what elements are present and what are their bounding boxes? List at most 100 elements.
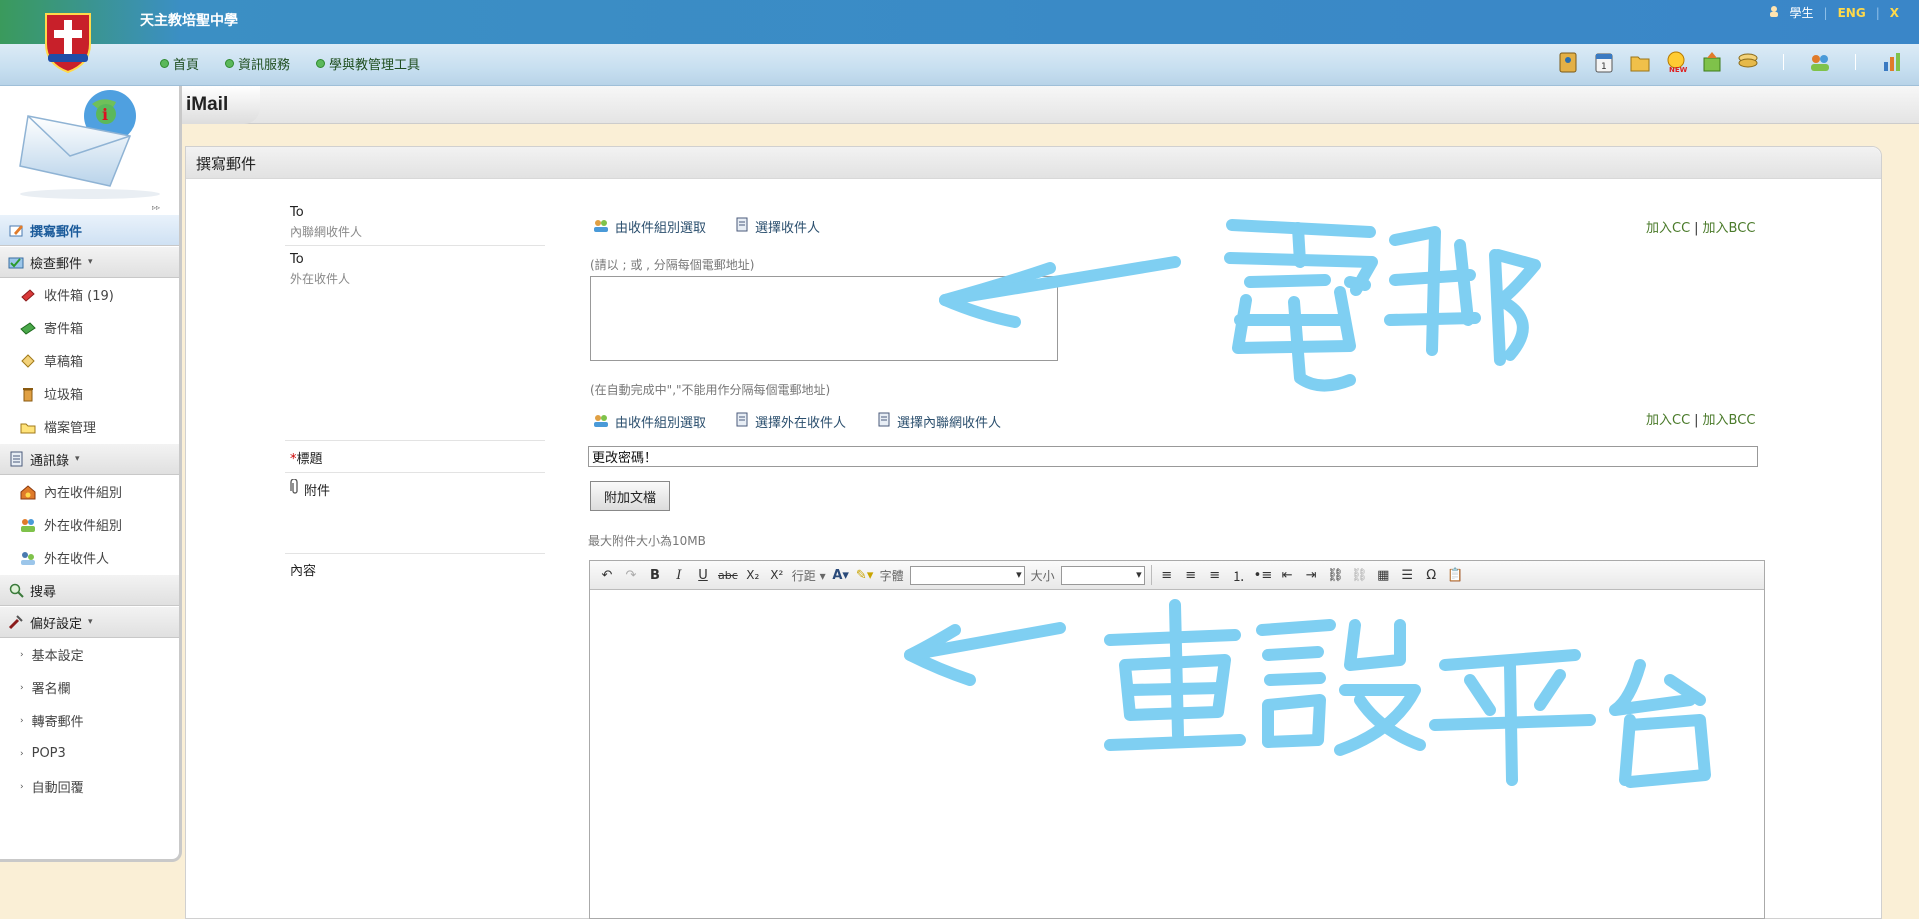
sidebar-item-address-book[interactable]: 通訊錄 ▾	[0, 443, 179, 475]
italic-button[interactable]: I	[670, 565, 688, 585]
add-cc-link[interactable]: 加入CC	[1646, 221, 1690, 236]
underline-button[interactable]: U	[694, 565, 712, 585]
sidebar-item-external-recipients[interactable]: 外在收件人	[0, 541, 179, 574]
subscript-button[interactable]: X₂	[744, 565, 762, 585]
sidebar-item-internal-groups[interactable]: 內在收件組別	[0, 475, 179, 508]
select-external-recipient-link[interactable]: 選擇外在收件人	[735, 412, 846, 431]
sidebar-item-sent[interactable]: 寄件箱	[0, 311, 179, 344]
link-label: 由收件組別選取	[615, 416, 707, 431]
size-label: 大小	[1030, 568, 1055, 583]
sidebar-item-forwarding[interactable]: › 轉寄郵件	[0, 704, 179, 737]
language-toggle[interactable]: ENG	[1838, 6, 1866, 20]
upload-icon[interactable]	[1699, 49, 1725, 75]
chevron-right-icon: ›	[20, 649, 24, 660]
folder-icon[interactable]	[1627, 49, 1653, 75]
attach-file-button[interactable]: 附加文檔	[590, 481, 670, 511]
address-book-icon	[877, 412, 891, 431]
chart-icon[interactable]	[1879, 49, 1905, 75]
external-recipients-textarea[interactable]	[590, 276, 1058, 361]
email-separator-hint: (請以 ; 或 , 分隔每個電郵地址)	[590, 258, 755, 272]
sidebar-item-drafts[interactable]: 草稿箱	[0, 344, 179, 377]
svg-text:i: i	[102, 105, 108, 124]
panel-header: 撰寫郵件	[186, 147, 1881, 179]
highlight-color-icon[interactable]: ✎▾	[856, 565, 874, 585]
sidebar-item-auto-reply[interactable]: › 自動回覆	[0, 770, 179, 803]
add-bcc-link[interactable]: 加入BCC	[1703, 413, 1756, 428]
group-icon[interactable]	[1807, 49, 1833, 75]
contacts-icon[interactable]	[1555, 49, 1581, 75]
stack-icon[interactable]	[1735, 49, 1761, 75]
select-internal-recipient-link[interactable]: 選擇內聯網收件人	[877, 412, 1001, 431]
outdent-icon[interactable]: ⇤	[1278, 565, 1296, 585]
sidebar-item-basic-settings[interactable]: › 基本設定	[0, 638, 179, 671]
sidebar-item-label: 署名欄	[31, 682, 71, 697]
to-external-group-select-link[interactable]: 由收件組別選取	[593, 412, 706, 431]
sidebar-item-check-mail[interactable]: 檢查郵件 ▾	[0, 246, 179, 278]
align-right-icon[interactable]: ≡	[1206, 565, 1224, 585]
sidebar-item-search[interactable]: 搜尋	[0, 574, 179, 606]
sidebar-item-signature[interactable]: › 署名欄	[0, 671, 179, 704]
to-internal-group-select-link[interactable]: 由收件組別選取	[593, 217, 706, 236]
sidebar-item-label: 檢查郵件	[30, 256, 83, 272]
cc-bcc-links-external: 加入CC | 加入BCC	[1646, 409, 1755, 428]
link-label: 選擇外在收件人	[755, 416, 847, 431]
redo-icon[interactable]: ↷	[622, 565, 640, 585]
horizontal-rule-icon[interactable]: ☰	[1398, 565, 1416, 585]
sidebar-item-files[interactable]: 檔案管理	[0, 410, 179, 443]
nav-home[interactable]: 首頁	[160, 54, 199, 73]
align-left-icon[interactable]: ≡	[1158, 565, 1176, 585]
undo-icon[interactable]: ↶	[598, 565, 616, 585]
sidebar-item-inbox[interactable]: 收件箱 (19)	[0, 278, 179, 311]
table-icon[interactable]: ▦	[1374, 565, 1392, 585]
font-family-select[interactable]	[909, 565, 1025, 585]
content-label: 內容	[290, 564, 317, 579]
svg-text:NEW: NEW	[1669, 66, 1688, 74]
unlink-icon[interactable]: ⛓	[1350, 565, 1368, 585]
sidebar-item-label: 外在收件人	[44, 552, 110, 567]
school-logo[interactable]	[38, 10, 98, 74]
select-recipient-link[interactable]: 選擇收件人	[735, 217, 820, 236]
indent-icon[interactable]: ⇥	[1302, 565, 1320, 585]
sidebar-item-label: 內在收件組別	[44, 486, 123, 501]
nav-teaching-tools[interactable]: 學與教管理工具	[316, 54, 420, 73]
sidebar-item-pop3[interactable]: › POP3	[0, 737, 179, 770]
font-color-icon[interactable]: A▾	[832, 565, 850, 585]
bold-button[interactable]: B	[646, 565, 664, 585]
sidebar-item-compose[interactable]: 撰寫郵件	[0, 214, 179, 246]
new-icon[interactable]: NEW	[1663, 49, 1689, 75]
sidebar-item-label: 偏好設定	[30, 616, 83, 632]
subject-input[interactable]	[588, 446, 1758, 467]
sidebar-item-trash[interactable]: 垃圾箱	[0, 377, 179, 410]
drafts-icon	[20, 353, 36, 369]
sidebar-menu: 撰寫郵件 檢查郵件 ▾ 收件箱 (19) 寄件箱 草稿箱 垃圾箱 檔案管理 通訊…	[0, 214, 179, 803]
sidebar-item-label: 收件箱 (19)	[44, 289, 114, 304]
superscript-button[interactable]: X²	[768, 565, 786, 585]
align-center-icon[interactable]: ≡	[1182, 565, 1200, 585]
logout-button[interactable]: X	[1890, 6, 1899, 20]
nav-info-services[interactable]: 資訊服務	[225, 54, 290, 73]
add-cc-link[interactable]: 加入CC	[1646, 413, 1690, 428]
special-character-icon[interactable]: Ω	[1422, 565, 1440, 585]
calendar-icon[interactable]: 1	[1591, 49, 1617, 75]
paste-icon[interactable]: 📋	[1446, 565, 1464, 585]
sidebar-item-label: 檔案管理	[44, 421, 97, 436]
collapse-toggle[interactable]: ▹▹	[152, 203, 164, 212]
sidebar-item-preferences[interactable]: 偏好設定 ▾	[0, 606, 179, 638]
strikethrough-button[interactable]: abc	[718, 565, 738, 585]
numbered-list-icon[interactable]: ⒈	[1230, 565, 1248, 585]
bullet-list-icon[interactable]: •≡	[1254, 565, 1273, 585]
to-internal-label: To	[290, 205, 304, 220]
nav-label: 資訊服務	[238, 58, 291, 73]
people-group-icon	[20, 517, 36, 533]
font-size-select[interactable]	[1060, 565, 1145, 585]
add-bcc-link[interactable]: 加入BCC	[1703, 221, 1756, 236]
chevron-right-icon: ›	[20, 781, 24, 792]
line-spacing-label: 行距	[791, 568, 816, 583]
line-spacing-dropdown[interactable]: 行距 ▾	[792, 567, 826, 584]
chevron-right-icon: ›	[20, 748, 24, 759]
sidebar-item-external-groups[interactable]: 外在收件組別	[0, 508, 179, 541]
link-icon[interactable]: ⛓	[1326, 565, 1344, 585]
address-book-icon	[8, 451, 24, 467]
to-external-sublabel: 外在收件人	[290, 272, 351, 286]
rich-text-editor[interactable]: ↶ ↷ B I U abc X₂ X² 行距 ▾ A▾ ✎▾ 字體 大小 ≡ ≡…	[589, 560, 1765, 919]
